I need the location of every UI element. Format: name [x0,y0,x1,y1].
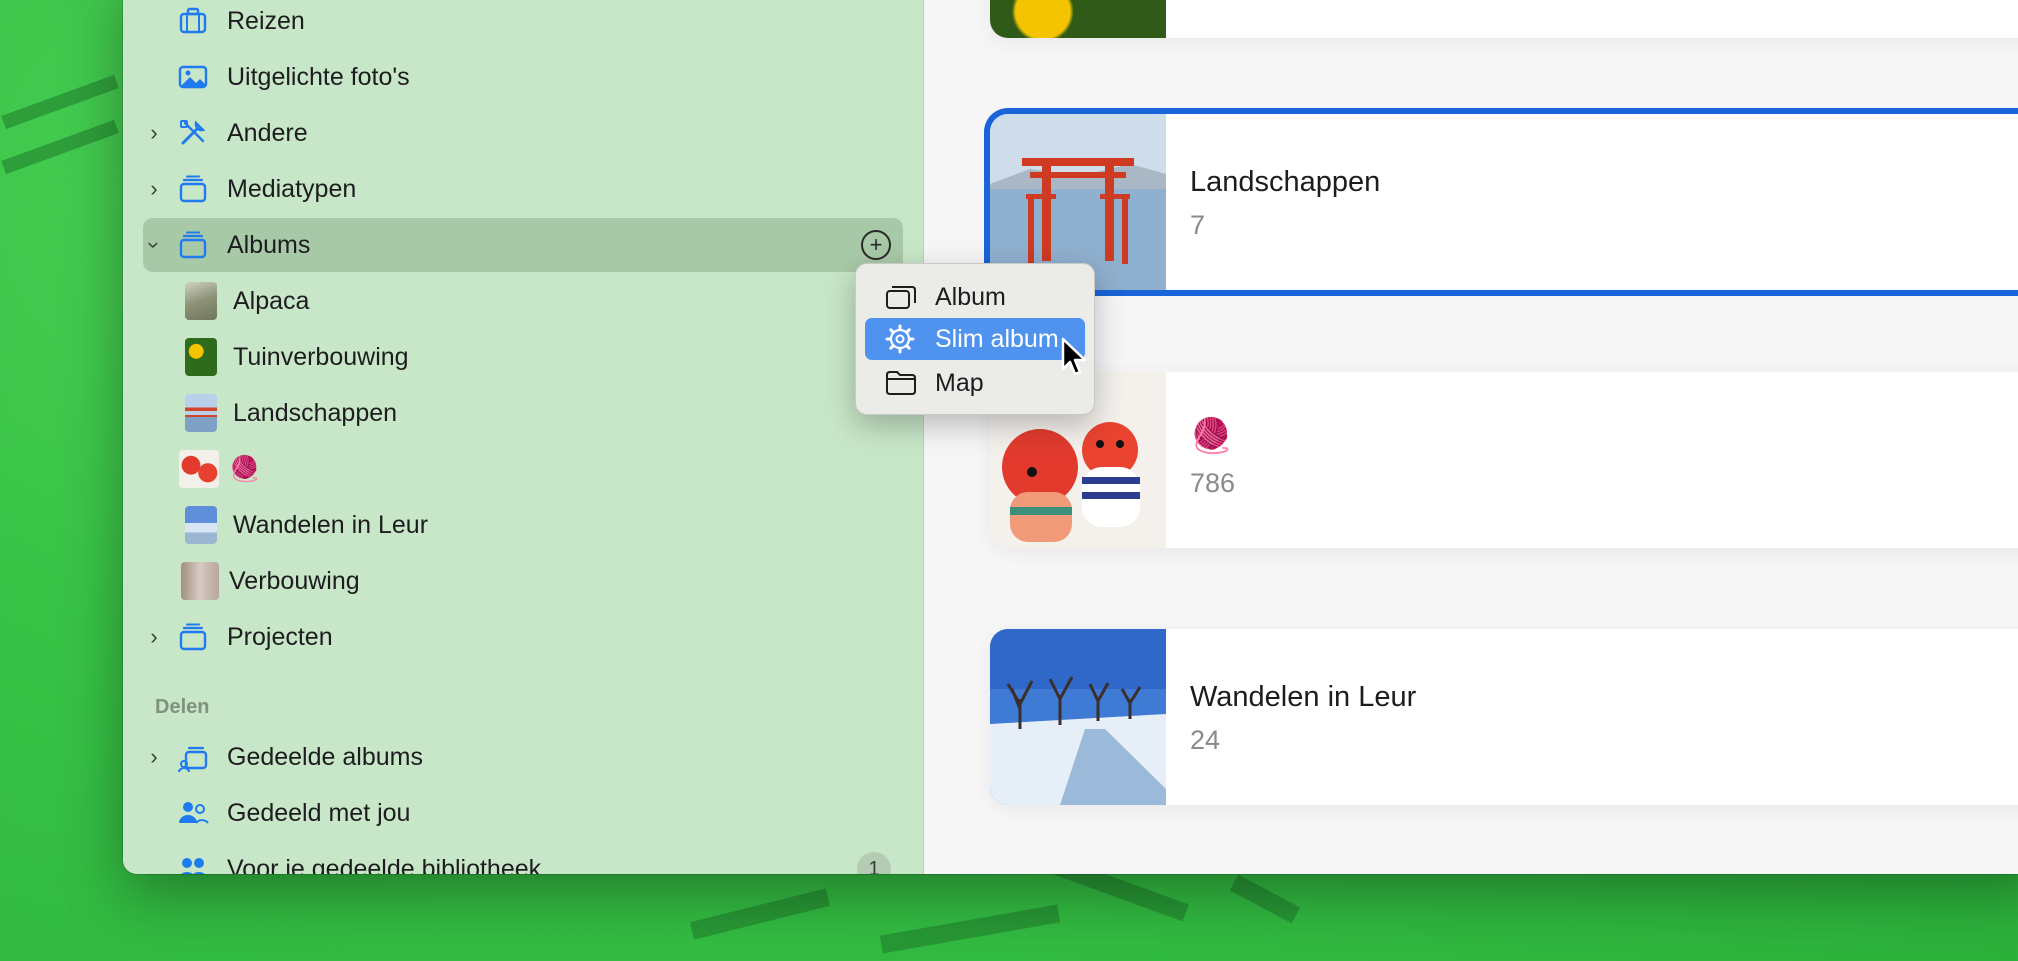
album-icon [885,283,919,311]
album-thumbnail [185,338,217,376]
shared-people-icon [175,795,211,831]
people-icon [175,851,211,874]
photo-icon [175,59,211,95]
sidebar-item-uitgelichte[interactable]: Uitgelichte foto's [143,50,903,104]
suitcase-icon [175,3,211,39]
menu-item-label: Map [935,368,984,397]
sidebar-item-label: Gedeelde albums [227,742,423,771]
sidebar-item-label: Albums [227,230,311,259]
count-badge: 1 [857,852,891,874]
sidebar-item-label: Tuinverbouwing [233,342,409,371]
sidebar-item-label: Gedeeld met jou [227,798,411,827]
sidebar-item-gedeelde-albums[interactable]: › Gedeelde albums [143,730,903,784]
album-card-wandelen-in-leur[interactable]: Wandelen in Leur 24 [990,629,2018,805]
sidebar-item-andere[interactable]: › Andere [143,106,903,160]
gear-icon [885,324,919,354]
album-thumbnail [185,506,217,544]
menu-item-map[interactable]: Map [865,362,1085,404]
sidebar-item-label: Mediatypen [227,174,357,203]
sidebar-album-landschappen[interactable]: Landschappen [143,386,903,440]
album-thumbnail [185,394,217,432]
album-thumbnail [185,282,217,320]
shared-albums-icon [175,739,211,775]
section-header-delen: Delen [155,696,210,718]
sidebar-album-verbouwing[interactable]: Verbouwing [143,554,903,608]
wallpaper-stripe [1,74,119,130]
album-thumbnail [179,450,219,488]
album-card-count: 24 [1190,725,1221,755]
menu-item-slim-album[interactable]: Slim album [865,318,1085,360]
sidebar-item-projecten[interactable]: › Projecten [143,610,903,664]
sidebar-album-wandelen-in-leur[interactable]: Wandelen in Leur [143,498,903,552]
chevron-right-icon[interactable]: › [143,744,165,770]
stack-icon [175,171,211,207]
new-album-context-menu: Album Slim album Map [855,263,1095,415]
chevron-right-icon[interactable]: › [143,176,165,202]
folder-icon [885,370,919,396]
sidebar-item-gedeelde-bibliotheek[interactable]: Voor je gedeelde bibliotheek 1 [143,842,903,874]
stack-icon [175,619,211,655]
stack-icon [175,227,211,263]
album-card-count: 786 [1190,468,1236,498]
album-card-title: 🧶 [1190,417,1233,455]
sidebar-item-label: Voor je gedeelde bibliotheek [227,854,542,875]
sidebar-item-label: Projecten [227,622,333,651]
album-card-thumbnail [990,0,1166,38]
sidebar-item-label: Uitgelichte foto's [227,62,410,91]
sidebar-album-tuinverbouwing[interactable]: Tuinverbouwing [143,330,903,384]
chevron-down-icon[interactable]: › [141,234,167,256]
wallpaper-stripe [689,888,831,940]
sidebar-item-label: 🧶 [229,454,261,483]
wallpaper-stripe [1,119,119,175]
sidebar-item-gedeeld-met-jou[interactable]: Gedeeld met jou [143,786,903,840]
sidebar-item-label: Reizen [227,6,305,35]
sidebar-item-label: Verbouwing [229,566,360,595]
sidebar: Reizen Uitgelichte foto's › Andere › Med… [123,0,924,874]
menu-item-label: Slim album [935,324,1059,353]
album-card-title: Landschappen [1190,166,1381,198]
menu-item-album[interactable]: Album [865,276,1085,318]
albums-grid: Landschappen 7 🧶 786 Wandelen in Leur 24 [924,0,2018,874]
sidebar-item-label: Wandelen in Leur [233,510,429,539]
sidebar-album-yarn[interactable]: 🧶 [143,442,903,496]
menu-item-label: Album [935,282,1006,311]
album-card-title: Wandelen in Leur [1190,681,1417,713]
photos-window: Reizen Uitgelichte foto's › Andere › Med… [123,0,2018,874]
album-card-thumbnail [990,629,1166,805]
sidebar-item-label: Landschappen [233,398,398,427]
album-card-partial[interactable] [990,0,2018,38]
wallpaper-stripe [879,904,1061,954]
tools-icon [175,115,211,151]
sidebar-album-alpaca[interactable]: Alpaca [143,274,903,328]
sidebar-item-albums[interactable]: › Albums + [141,218,903,272]
wallpaper-stripe [1229,874,1301,924]
add-album-button[interactable]: + [861,230,891,260]
mouse-pointer-icon [1061,337,1087,376]
album-card-landschappen[interactable]: Landschappen 7 [990,114,2018,290]
sidebar-item-label: Andere [227,118,308,147]
album-thumbnail [181,562,219,600]
sidebar-item-reizen[interactable]: Reizen [143,0,903,48]
chevron-right-icon[interactable]: › [143,120,165,146]
album-card-yarn[interactable]: 🧶 786 [990,372,2018,548]
sidebar-item-mediatypen[interactable]: › Mediatypen [143,162,903,216]
album-card-count: 7 [1190,210,1206,240]
sidebar-item-label: Alpaca [233,286,310,315]
chevron-right-icon[interactable]: › [143,624,165,650]
